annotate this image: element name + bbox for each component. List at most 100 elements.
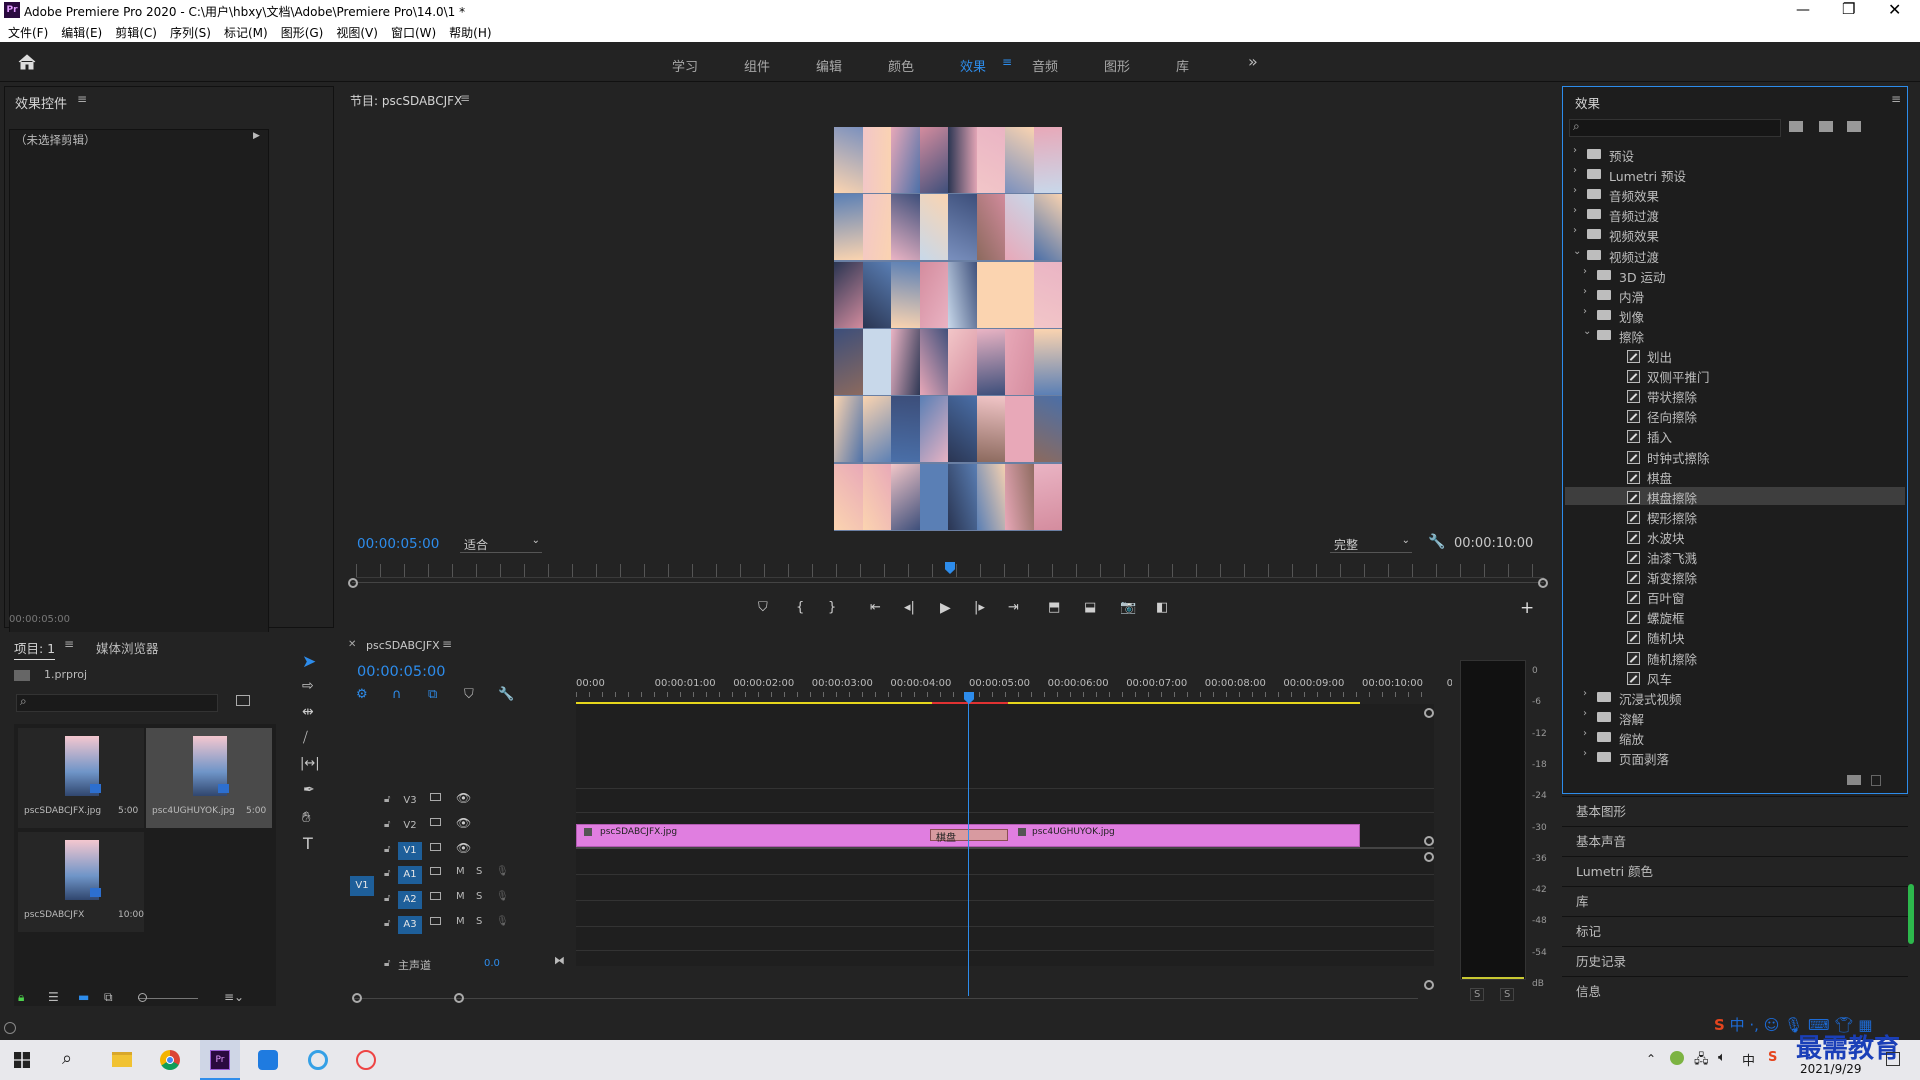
effect-item[interactable]: 棋盘擦除 [1565, 486, 1905, 506]
ripple-edit-tool-icon[interactable]: ⇹ [302, 704, 314, 720]
solo-button[interactable]: S [476, 866, 482, 877]
effect-folder[interactable]: › 视频效果 [1565, 225, 1905, 244]
go-to-in-icon[interactable]: ⇤ [870, 600, 881, 615]
step-forward-icon[interactable]: |▸ [974, 600, 985, 615]
network-icon[interactable]: 🖧 [1694, 1050, 1709, 1072]
quality-dropdown[interactable]: 完整 ⌄ [1330, 535, 1412, 553]
effect-folder[interactable]: ⌄ 擦除 [1565, 326, 1905, 345]
workspace-tab[interactable]: 效果 [960, 56, 986, 75]
type-tool-icon[interactable]: T [303, 834, 313, 853]
effect-item[interactable]: 楔形擦除 [1565, 507, 1905, 526]
microphone-icon[interactable]: 🎙︎ [496, 916, 509, 927]
new-bin-icon[interactable] [1847, 775, 1861, 785]
effect-item[interactable]: 风车 [1565, 668, 1905, 687]
search-icon[interactable]: ⌕ [62, 1048, 72, 1069]
track-lock-icon[interactable]: 🔓︎ [384, 893, 390, 904]
wrench-icon[interactable]: 🔧 [1428, 534, 1445, 550]
yuv-effects-icon[interactable] [1847, 121, 1861, 132]
effect-item[interactable]: 划出 [1565, 346, 1905, 365]
chevron-right-icon[interactable]: › [1573, 165, 1577, 176]
solo-button[interactable]: S [476, 916, 482, 927]
hand-tool-icon[interactable]: ✋︎ [302, 808, 311, 826]
effect-item[interactable]: 带状擦除 [1565, 386, 1905, 405]
workspace-tab[interactable]: 组件 [744, 56, 770, 75]
effect-item[interactable]: 径向擦除 [1565, 406, 1905, 425]
windows-start-icon[interactable] [14, 1052, 30, 1068]
panel-menu-icon[interactable]: ≡ [442, 637, 452, 651]
side-panel-header[interactable] [1562, 886, 1908, 914]
track-label[interactable]: A1 [398, 866, 422, 884]
maximize-icon[interactable]: ❐ [1842, 0, 1855, 18]
microphone-icon[interactable]: 🎙︎ [496, 866, 509, 877]
more-workspaces-icon[interactable]: » [1248, 52, 1258, 71]
chevron-right-icon[interactable]: › [1573, 185, 1577, 196]
home-icon[interactable] [18, 54, 36, 70]
menu-item[interactable]: 编辑(E) [61, 24, 102, 41]
effect-folder[interactable]: › 3D 运动 [1565, 266, 1905, 285]
h-scroll-handle-left[interactable] [352, 993, 362, 1003]
app-fan-icon[interactable] [356, 1050, 376, 1070]
new-bin-icon[interactable] [236, 695, 250, 706]
vertical-zoom-handle[interactable] [1424, 980, 1434, 990]
workspace-tab[interactable]: 图形 [1104, 56, 1130, 75]
track-lock-icon[interactable]: 🔓︎ [384, 918, 390, 929]
track-label[interactable]: A2 [398, 891, 422, 909]
workspace-tab[interactable]: 音频 [1032, 56, 1058, 75]
play-icon[interactable]: ▶ [940, 600, 951, 616]
effect-folder[interactable]: › 溶解 [1565, 708, 1905, 727]
razor-tool-icon[interactable]: ⧸ [303, 730, 308, 746]
menu-item[interactable]: 剪辑(C) [115, 24, 157, 41]
close-icon[interactable]: ✕ [1888, 0, 1901, 19]
freeform-view-icon[interactable]: ⧉ [104, 990, 113, 1005]
effect-folder[interactable]: › 沉浸式视频 [1565, 688, 1905, 707]
chevron-right-icon[interactable]: › [1583, 728, 1587, 739]
panel-menu-icon[interactable]: ≡ [64, 637, 74, 651]
master-volume-value[interactable]: 0.0 [484, 958, 500, 969]
timeline-timecode[interactable]: 00:00:05:00 [357, 664, 445, 680]
fit-dropdown[interactable]: 适合 ⌄ [460, 535, 542, 553]
snap-magnet-icon[interactable]: ∩ [392, 687, 402, 702]
icon-view-icon[interactable]: ▬ [78, 990, 89, 1004]
menu-item[interactable]: 序列(S) [170, 24, 211, 41]
volume-icon[interactable]: 🔈︎ [1718, 1050, 1726, 1065]
menu-item[interactable]: 文件(F) [8, 24, 48, 41]
chevron-down-icon[interactable]: ⌄ [1573, 246, 1581, 257]
panel-menu-icon[interactable]: ≡ [1891, 92, 1901, 106]
camera-icon[interactable]: 📷 [1120, 600, 1136, 615]
menu-item[interactable]: 帮助(H) [449, 24, 491, 41]
track-label[interactable]: V2 [398, 817, 422, 835]
effect-item[interactable]: 棋盘 [1565, 467, 1905, 486]
mute-button[interactable]: M [456, 866, 465, 877]
tray-date[interactable]: 2021/9/29 [1800, 1062, 1862, 1076]
eye-icon[interactable]: 👁︎ [456, 816, 471, 830]
track-lock-icon[interactable]: 🔓︎ [384, 844, 390, 855]
panel-menu-icon[interactable]: ≡ [77, 92, 87, 106]
selection-tool-icon[interactable]: ➤ [302, 652, 316, 672]
ime-tray-icon[interactable]: 中 [1742, 1050, 1755, 1069]
add-marker-icon[interactable]: ⛉ [758, 600, 768, 615]
track-label[interactable]: V1 [398, 842, 422, 860]
track-lock-icon[interactable]: 🔓︎ [384, 819, 390, 830]
project-tab[interactable]: 项目: 1 [14, 638, 56, 660]
workspace-tab[interactable]: 学习 [672, 56, 698, 75]
app-icon[interactable] [258, 1050, 278, 1070]
effect-item[interactable]: 油漆飞溅 [1565, 547, 1905, 566]
effect-item[interactable]: 螺旋框 [1565, 607, 1905, 626]
extract-icon[interactable]: ⬓ [1084, 600, 1096, 615]
effect-folder[interactable]: › 音频过渡 [1565, 205, 1905, 224]
accelerated-effects-icon[interactable] [1789, 121, 1803, 132]
sync-lock-icon[interactable] [430, 917, 441, 925]
vertical-zoom-handle[interactable] [1424, 852, 1434, 862]
chevron-right-icon[interactable]: › [1583, 708, 1587, 719]
eye-icon[interactable]: 👁︎ [456, 841, 471, 855]
sync-lock-icon[interactable] [430, 843, 441, 851]
effect-item[interactable]: 插入 [1565, 426, 1905, 445]
sync-lock-icon[interactable] [430, 892, 441, 900]
track-lock-icon[interactable]: 🔓︎ [384, 958, 390, 969]
chevron-right-icon[interactable]: › [1573, 145, 1577, 156]
add-button-icon[interactable]: + [1520, 598, 1534, 618]
sort-icon[interactable]: ≡⌄ [224, 990, 244, 1004]
sogou-tray-icon[interactable]: S [1768, 1050, 1777, 1065]
zoom-slider[interactable] [138, 998, 198, 999]
scroll-indicator[interactable] [1908, 884, 1914, 944]
